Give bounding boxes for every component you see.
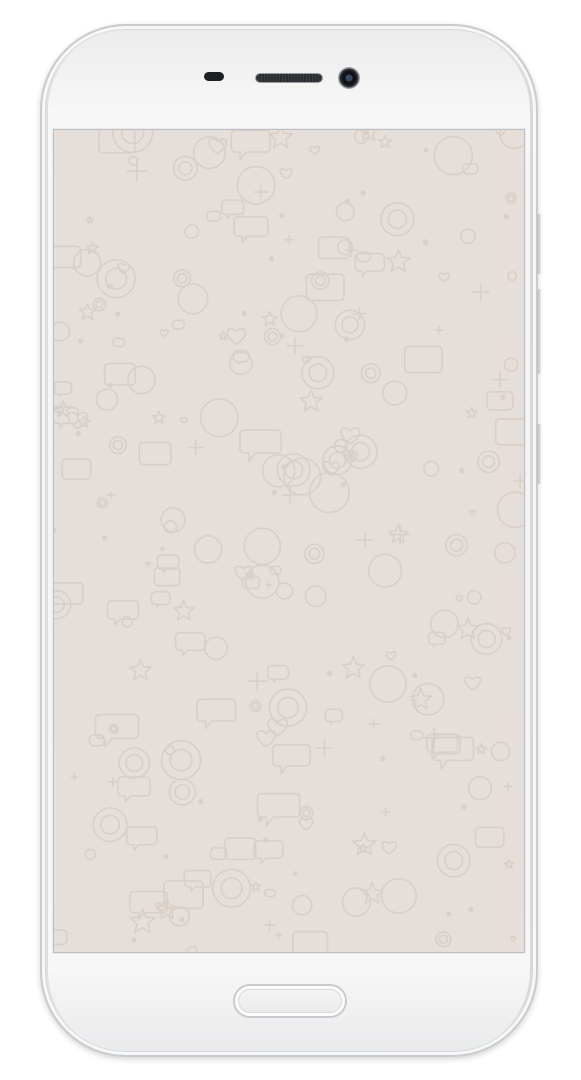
screen bbox=[54, 130, 524, 952]
chat-wallpaper-doodles bbox=[54, 130, 524, 952]
power-button bbox=[537, 424, 541, 484]
phone-body bbox=[40, 24, 541, 1057]
volume-down-button bbox=[537, 289, 541, 374]
volume-up-button bbox=[537, 214, 541, 274]
front-camera-icon bbox=[338, 67, 360, 89]
device-mockup bbox=[0, 0, 581, 1080]
speaker-grille-icon bbox=[256, 74, 322, 82]
proximity-sensor-icon bbox=[204, 72, 224, 81]
home-button[interactable] bbox=[235, 986, 345, 1016]
